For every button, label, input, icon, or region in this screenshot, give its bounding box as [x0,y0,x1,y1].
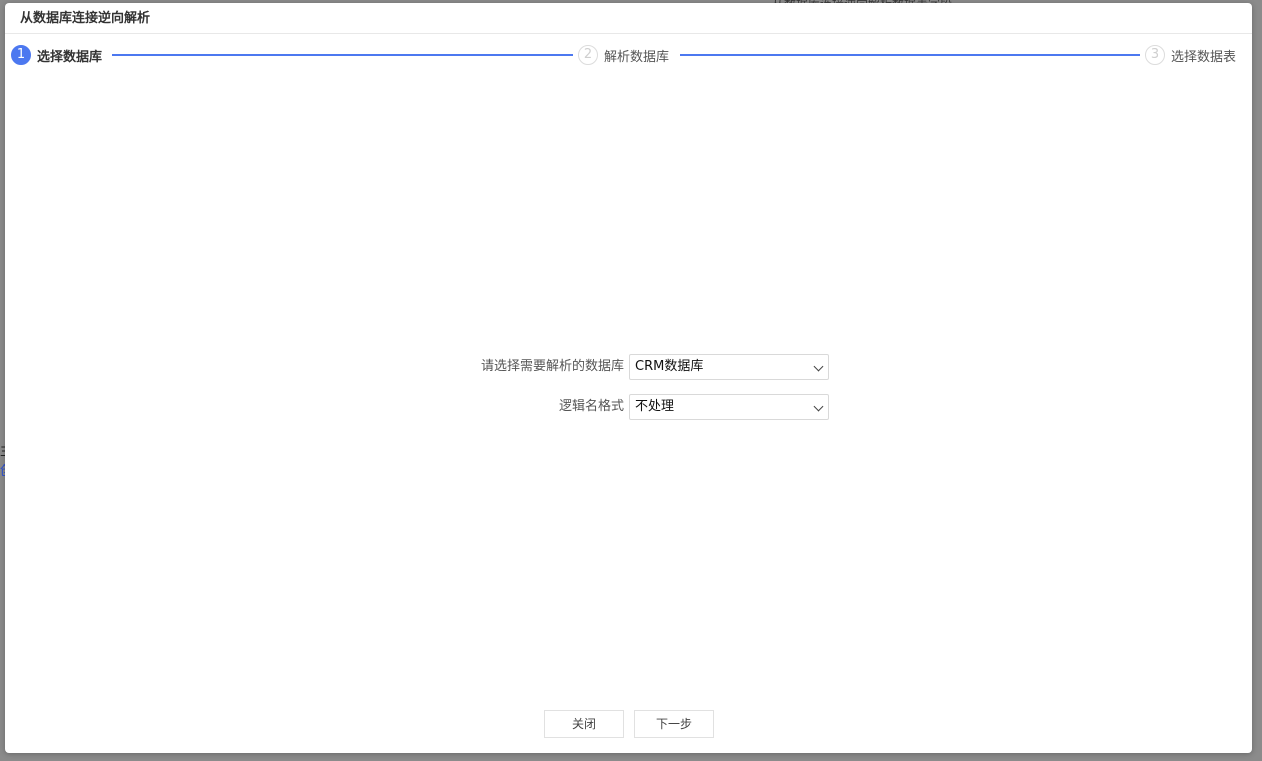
step-3-label: 选择数据表 [1171,49,1237,65]
step-3-number: 3 [1145,45,1165,65]
chevron-down-icon [813,401,824,412]
step-connector-1 [112,54,573,56]
database-select[interactable]: CRM数据库 [629,354,829,380]
database-row: 请选择需要解析的数据库 CRM数据库 [5,354,1252,380]
logical-name-select[interactable]: 不处理 [629,394,829,420]
step-2: 2 解析数据库 [578,43,669,67]
step-1-number: 1 [11,45,31,65]
logical-name-row: 逻辑名格式 不处理 [5,394,1252,420]
database-select-value: CRM数据库 [635,359,704,374]
step-2-label: 解析数据库 [604,49,670,65]
step-1-label: 选择数据库 [37,49,103,65]
step-3: 3 选择数据表 [1145,43,1236,67]
chevron-down-icon [813,361,824,372]
next-step-button[interactable]: 下一步 [634,710,714,738]
step-indicator: 1 选择数据库 2 解析数据库 3 选择数据表 [5,43,1252,67]
reverse-parse-dialog: 从数据库连接逆向解析 1 选择数据库 2 解析数据库 3 选择数据表 请选择需要… [5,3,1252,753]
database-label: 请选择需要解析的数据库 [480,359,624,374]
step-connector-2 [680,54,1140,56]
step-1: 1 选择数据库 [11,43,102,67]
logical-name-select-value: 不处理 [635,399,675,414]
close-button[interactable]: 关闭 [544,710,624,738]
step-2-number: 2 [578,45,598,65]
dialog-title: 从数据库连接逆向解析 [5,3,1252,34]
logical-name-label: 逻辑名格式 [558,399,624,414]
